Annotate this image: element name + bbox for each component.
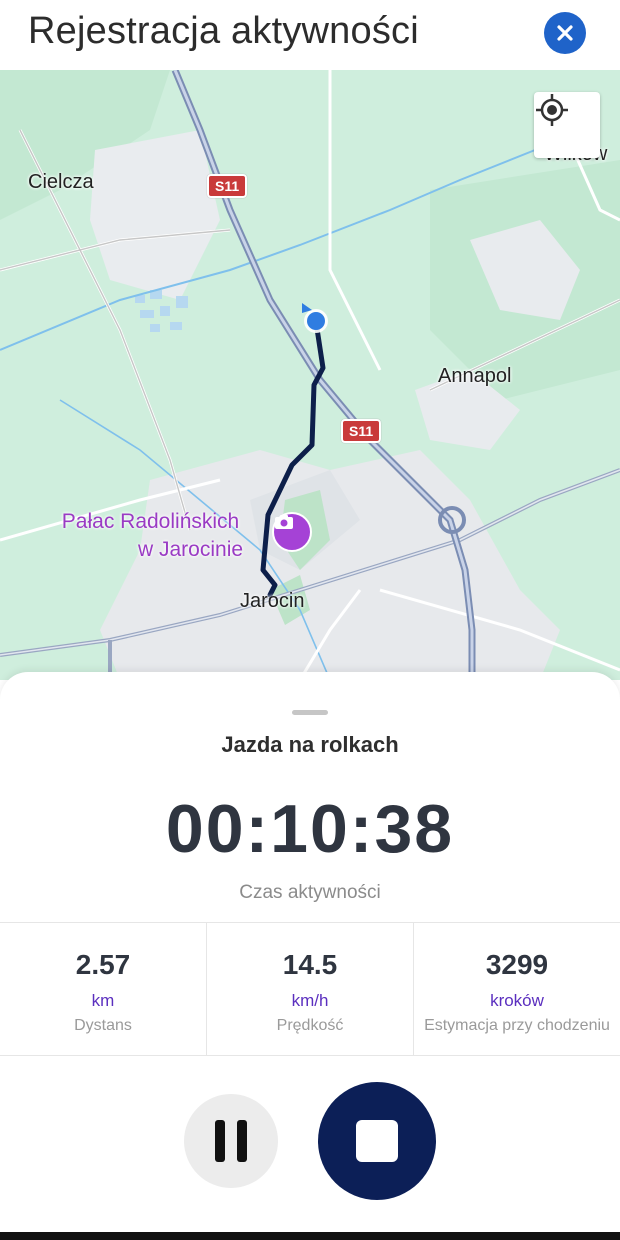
stat-value: 3299 <box>485 949 549 980</box>
stat-value: 14.5 <box>282 949 338 980</box>
activity-sheet: Jazda na rolkach 00:10:38 Czas aktywnośc… <box>0 672 620 1240</box>
system-nav-bar <box>0 1232 620 1240</box>
stop-button[interactable] <box>318 1082 436 1200</box>
locate-me-button[interactable] <box>534 92 600 158</box>
poi-label-line2: w Jarocinie <box>138 538 244 561</box>
stat-speed: 14.5 km/h Prędkość <box>206 923 413 1055</box>
stat-steps: 3299 kroków Estymacja przy chodzeniu <box>413 923 620 1055</box>
stat-unit: kroków <box>490 991 544 1010</box>
stat-label: Dystans <box>74 1017 132 1034</box>
camera-icon <box>275 515 293 529</box>
stat-value: 2.57 <box>75 949 131 980</box>
road-shield-s11-top: S11 <box>207 174 248 198</box>
stats-row: 2.57 km Dystans 14.5 km/h Prędkość 3299 … <box>0 922 620 1056</box>
close-icon <box>557 25 573 41</box>
map-label-jarocin: Jarocin <box>240 590 305 612</box>
crosshair-icon <box>536 94 568 126</box>
stat-unit: km/h <box>291 991 329 1010</box>
close-button[interactable] <box>544 12 586 54</box>
timer-label: Czas aktywności <box>239 882 381 903</box>
poi-marker[interactable] <box>272 512 312 552</box>
stat-unit: km <box>91 991 115 1010</box>
stat-distance: 2.57 km Dystans <box>0 923 206 1055</box>
map-view[interactable]: Cielcza Wilków Annapol Jarocin Pałac Rad… <box>0 70 620 680</box>
stop-icon <box>356 1120 398 1162</box>
poi-label-line1: Pałac Radolińskich <box>61 510 240 533</box>
poi-label[interactable]: Pałac Radolińskich w Jarocinie <box>58 508 243 564</box>
map-canvas <box>0 70 620 680</box>
sheet-drag-handle[interactable] <box>292 710 328 715</box>
stat-label: Prędkość <box>276 1017 344 1034</box>
map-label-cielcza: Cielcza <box>28 171 94 193</box>
pause-button[interactable] <box>184 1094 278 1188</box>
stat-label: Estymacja przy chodzeniu <box>424 1017 610 1034</box>
app-header: Rejestracja aktywności <box>0 0 620 70</box>
page-title: Rejestracja aktywności <box>28 10 419 52</box>
map-label-annapol: Annapol <box>438 365 512 387</box>
road-shield-s11-mid: S11 <box>341 419 382 443</box>
activity-timer: 00:10:38 <box>165 791 455 867</box>
activity-type: Jazda na rolkach <box>221 732 399 757</box>
pause-icon <box>209 1120 253 1162</box>
